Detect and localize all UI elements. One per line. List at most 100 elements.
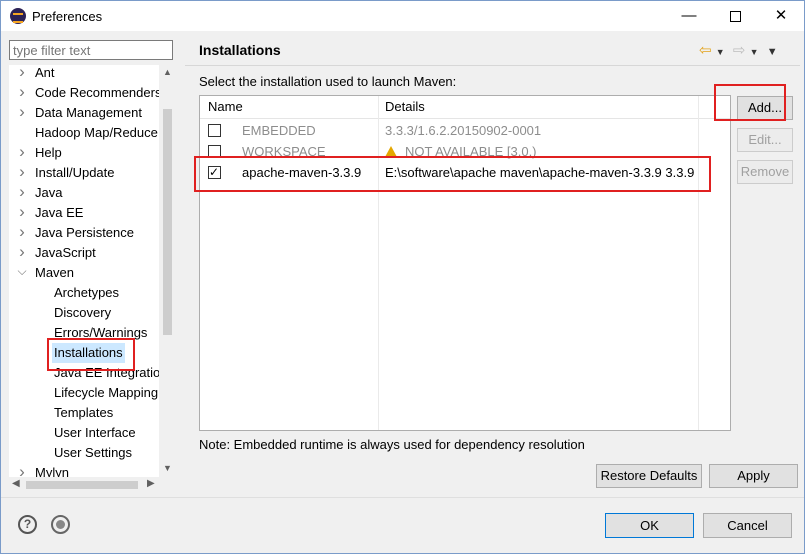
installations-table: Name Details EMBEDDED 3.3.3/1.6.2.2015090… bbox=[199, 95, 731, 431]
back-arrow-icon[interactable]: ⇦ bbox=[699, 42, 712, 59]
tree-horizontal-scrollbar[interactable]: ◀ ▶ bbox=[9, 477, 159, 493]
minimize-button[interactable]: — bbox=[666, 1, 712, 31]
installation-name: WORKSPACE bbox=[242, 144, 326, 159]
tree-item-label: Installations bbox=[52, 343, 125, 363]
title-bar: Preferences — ✕ bbox=[1, 1, 804, 31]
table-header: Name Details bbox=[200, 96, 730, 119]
maximize-button[interactable] bbox=[712, 1, 758, 31]
tree-item[interactable]: › Install/Update bbox=[9, 162, 159, 183]
tree-item[interactable]: Discovery bbox=[9, 303, 159, 323]
forward-menu-icon[interactable]: ▼ bbox=[750, 47, 759, 57]
tree-item[interactable]: › Ant bbox=[9, 65, 159, 83]
tree-scroll-thumb[interactable] bbox=[163, 109, 172, 335]
view-menu-icon[interactable]: ▼ bbox=[767, 46, 778, 58]
chevron-right-icon[interactable]: › bbox=[15, 202, 29, 222]
installation-details: E:\software\apache maven\apache-maven-3.… bbox=[385, 165, 695, 180]
warning-icon bbox=[385, 146, 397, 157]
edit-button[interactable]: Edit... bbox=[737, 128, 793, 152]
tree-item-label: Java EE bbox=[35, 205, 84, 220]
import-export-icon[interactable] bbox=[51, 515, 70, 534]
installation-name: EMBEDDED bbox=[242, 123, 316, 138]
tree-item-label: Data Management bbox=[35, 105, 142, 120]
installation-checkbox[interactable] bbox=[208, 145, 221, 158]
chevron-right-icon[interactable]: › bbox=[15, 182, 29, 202]
installation-details-cell: 3.3.3/1.6.2.20150902-0001 bbox=[385, 120, 541, 141]
cancel-button[interactable]: Cancel bbox=[703, 513, 792, 538]
preference-page: Installations ⇦ ▼ ⇨ ▼ ▼ Select the insta… bbox=[185, 37, 800, 493]
chevron-right-icon[interactable]: › bbox=[15, 65, 29, 82]
tree-item[interactable]: › Java EE bbox=[9, 202, 159, 223]
tree-item[interactable]: Hadoop Map/Reduce bbox=[9, 123, 159, 143]
column-header-name[interactable]: Name bbox=[208, 99, 243, 114]
tree-item[interactable]: Errors/Warnings bbox=[9, 323, 159, 343]
scroll-up-icon[interactable]: ▲ bbox=[163, 67, 172, 77]
installation-checkbox[interactable] bbox=[208, 162, 221, 183]
tree-item[interactable]: › Java bbox=[9, 182, 159, 203]
restore-defaults-button[interactable]: Restore Defaults bbox=[596, 464, 702, 488]
tree-item[interactable]: › Data Management bbox=[9, 102, 159, 123]
scroll-left-icon[interactable]: ◀ bbox=[12, 478, 20, 489]
apply-button[interactable]: Apply bbox=[709, 464, 798, 488]
tree-item-label: User Interface bbox=[54, 425, 136, 440]
installation-checkbox[interactable] bbox=[208, 124, 221, 137]
scroll-down-icon[interactable]: ▼ bbox=[163, 463, 172, 473]
table-row[interactable]: apache-maven-3.3.9 E:\software\apache mav… bbox=[200, 162, 730, 183]
tree-item[interactable]: › Help bbox=[9, 142, 159, 163]
tree-item[interactable]: ⌵ Maven bbox=[9, 263, 159, 283]
installation-details: NOT AVAILABLE [3.0,) bbox=[405, 144, 537, 159]
tree-item[interactable]: Archetypes bbox=[9, 283, 159, 303]
back-menu-icon[interactable]: ▼ bbox=[716, 47, 725, 57]
chevron-right-icon[interactable]: › bbox=[15, 82, 29, 102]
tree-item-label: Errors/Warnings bbox=[54, 325, 148, 340]
add-button[interactable]: Add... bbox=[737, 96, 793, 120]
tree-hscroll-thumb[interactable] bbox=[26, 481, 138, 489]
tree-item[interactable]: Installations bbox=[9, 343, 159, 363]
page-title: Installations bbox=[199, 42, 281, 58]
page-description: Select the installation used to launch M… bbox=[199, 74, 457, 89]
tree-item[interactable]: Templates bbox=[9, 403, 159, 423]
installation-details-cell: E:\software\apache maven\apache-maven-3.… bbox=[385, 162, 694, 183]
tree-item[interactable]: › Code Recommenders bbox=[9, 82, 159, 103]
eclipse-icon bbox=[10, 8, 26, 24]
chevron-right-icon[interactable]: › bbox=[15, 142, 29, 162]
help-icon[interactable]: ? bbox=[18, 515, 37, 534]
remove-button[interactable]: Remove bbox=[737, 160, 793, 184]
installation-details-cell: NOT AVAILABLE [3.0,) bbox=[385, 141, 537, 162]
tree-item-label: Java bbox=[35, 185, 63, 200]
tree-item-label: Java Persistence bbox=[35, 225, 134, 240]
tree-vertical-scrollbar[interactable]: ▲ ▼ bbox=[159, 65, 176, 491]
chevron-right-icon[interactable]: › bbox=[15, 102, 29, 122]
chevron-right-icon[interactable]: › bbox=[15, 222, 29, 242]
forward-arrow-icon[interactable]: ⇨ bbox=[733, 42, 746, 59]
chevron-right-icon[interactable]: › bbox=[15, 242, 29, 262]
tree-item[interactable]: User Interface bbox=[9, 423, 159, 443]
tree-item-label: Help bbox=[35, 145, 62, 160]
preference-navigation: › Ant › Code Recommenders › Data Management Ha… bbox=[7, 37, 176, 493]
footer-separator bbox=[1, 497, 804, 498]
page-navigation-toolbar: ⇦ ▼ ⇨ ▼ ▼ bbox=[699, 41, 778, 59]
tree-item[interactable]: User Settings bbox=[9, 443, 159, 463]
tree-item[interactable]: Java EE Integration bbox=[9, 363, 159, 383]
tree-item[interactable]: › JavaScript bbox=[9, 242, 159, 263]
maximize-icon bbox=[729, 10, 741, 22]
table-row[interactable]: WORKSPACE NOT AVAILABLE [3.0,) bbox=[200, 141, 730, 162]
preferences-window: Preferences — ✕ › Ant › Code Recommenders › D… bbox=[0, 0, 805, 554]
tree-item-label: Templates bbox=[54, 405, 114, 420]
column-header-details[interactable]: Details bbox=[385, 99, 425, 114]
tree-item-label: User Settings bbox=[54, 445, 133, 460]
chevron-right-icon[interactable]: › bbox=[15, 162, 29, 182]
scroll-right-icon[interactable]: ▶ bbox=[147, 478, 155, 489]
close-button[interactable]: ✕ bbox=[758, 1, 804, 31]
tree-item[interactable]: › Java Persistence bbox=[9, 222, 159, 243]
filter-input[interactable] bbox=[9, 40, 173, 60]
tree-item-label: Ant bbox=[35, 65, 55, 80]
chevron-down-icon[interactable]: ⌵ bbox=[15, 261, 29, 281]
tree-item-label: Discovery bbox=[54, 305, 112, 320]
table-row[interactable]: EMBEDDED 3.3.3/1.6.2.20150902-0001 bbox=[200, 120, 730, 141]
tree-item-label: Hadoop Map/Reduce bbox=[35, 125, 158, 140]
tree-item-label: Archetypes bbox=[54, 285, 120, 300]
ok-button[interactable]: OK bbox=[605, 513, 694, 538]
tree-item-label: Maven bbox=[35, 265, 75, 280]
tree-item[interactable]: Lifecycle Mapping bbox=[9, 383, 159, 403]
minimize-icon: — bbox=[681, 7, 697, 24]
